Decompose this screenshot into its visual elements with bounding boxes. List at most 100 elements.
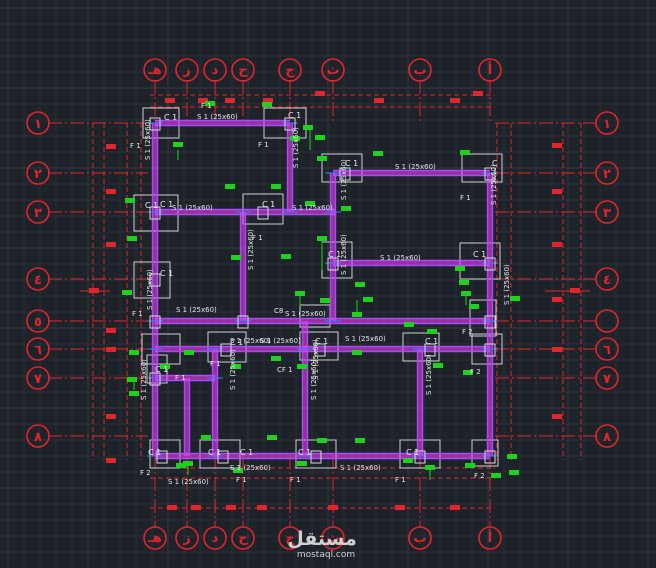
dimension-tick: [106, 414, 116, 419]
beam-label: S 1 (25x60): [380, 254, 421, 262]
axis-bubble-label: ٤: [603, 273, 611, 288]
rebar-marker: [317, 438, 327, 443]
footing-label: F 1: [258, 141, 269, 149]
footing-label: F 2: [474, 472, 485, 480]
axis-bubble-label: ٧: [603, 372, 611, 387]
beam-label: S 1 (25x60): [310, 359, 318, 400]
beam-label: S 1 (25x60): [395, 163, 436, 171]
dimension-tick: [473, 91, 483, 96]
footing-label: F 1: [236, 476, 247, 484]
dimension-tick: [89, 288, 99, 293]
footing-label: F 1: [210, 360, 221, 368]
dimension-tick: [106, 328, 116, 333]
column-label: C 1: [425, 337, 438, 346]
column-label: C 1: [208, 448, 221, 457]
rebar-marker: [173, 142, 183, 147]
rebar-marker: [317, 156, 327, 161]
axis-bubble-label: ٢: [603, 167, 611, 182]
dimension-tick: [450, 98, 460, 103]
column-label: C 1: [473, 250, 486, 259]
column-label: C 1: [145, 201, 158, 210]
column-label: C 1: [148, 448, 161, 457]
beam-label: S 1 (25x60): [230, 464, 271, 472]
structural-plan-drawing: S 1 (25x60) S 1 (25x60) S 1 (25x60) S 1 (25…: [0, 0, 656, 568]
axis-bubble-label: أ: [488, 529, 492, 546]
rebar-marker: [225, 184, 235, 189]
dimension-tick: [191, 505, 201, 510]
rebar-marker: [355, 282, 365, 287]
rebar-marker: [509, 470, 519, 475]
axis-bubble-label: ز: [182, 63, 190, 78]
footing-label: CF 1: [277, 366, 293, 374]
rebar-marker: [129, 350, 139, 355]
column-label: C 1: [155, 365, 168, 374]
axis-bubble-label: ز: [182, 531, 190, 546]
axis-bubble-label: ث: [326, 63, 339, 78]
beam-label: S 1 (25x60): [292, 204, 333, 212]
rebar-marker: [363, 297, 373, 302]
footing-label: F 1: [130, 142, 141, 150]
axis-bubble-label: ٧: [34, 372, 42, 387]
rebar-marker: [373, 151, 383, 156]
beam-label: S 1 (25x60): [292, 127, 300, 168]
rebar-marker: [271, 184, 281, 189]
axis-bubble-label: ح: [238, 531, 248, 546]
dimension-tick: [167, 505, 177, 510]
background-grid: [0, 0, 656, 568]
column-label: C 1: [315, 337, 328, 346]
watermark: مستقل mostaql.com: [287, 528, 357, 560]
column-label: C 1: [345, 159, 358, 168]
rebar-marker: [267, 435, 277, 440]
dimension-tick: [257, 505, 267, 510]
beam-vertical: [417, 349, 423, 456]
beam-label: S 1 (25x60): [140, 359, 148, 400]
beam-label: S 1 (25x60): [144, 119, 152, 160]
rebar-marker: [281, 254, 291, 259]
rebar-marker: [320, 298, 330, 303]
beam-horizontal: [333, 170, 490, 176]
rebar-marker: [127, 377, 137, 382]
dimension-tick: [450, 505, 460, 510]
dimension-tick: [106, 189, 116, 194]
column-label: C 1: [288, 111, 301, 120]
dimension-tick: [165, 98, 175, 103]
axis-bubble-label: ٣: [34, 206, 42, 221]
rebar-marker: [352, 350, 362, 355]
dimension-tick: [552, 242, 562, 247]
beam-label: S 1 (25x60): [168, 478, 209, 486]
axis-bubble-label: د: [212, 531, 219, 546]
rebar-marker: [455, 266, 465, 271]
rebar-markers: [122, 101, 520, 480]
column-label: C 1: [240, 448, 253, 457]
dimension-tick: [315, 91, 325, 96]
beam-label: S 1 (25x60): [176, 306, 217, 314]
beam-label: S 1 (25x60): [425, 354, 433, 395]
axis-bubble-label: ٤: [34, 273, 42, 288]
column-label: C 1: [406, 448, 419, 457]
beam-vertical: [240, 212, 246, 321]
column-label: C 1: [160, 200, 173, 209]
dimension-tick: [552, 143, 562, 148]
rebar-marker: [201, 435, 211, 440]
rebar-marker: [297, 461, 307, 466]
axis-bubble-label: هـ: [147, 63, 161, 78]
dimension-tick: [374, 98, 384, 103]
rebar-marker: [184, 350, 194, 355]
rebar-marker: [129, 391, 139, 396]
beam-label: S 1 (25x60): [172, 204, 213, 212]
axis-bubble: [595, 309, 619, 333]
axis-bubbles: هـهـززددححججثثببأأ١ ١٢ ٢٣ ٣٤ ٤٥٦ ٦٧ ٧٨ ٨: [26, 58, 619, 550]
dimension-tick: [225, 98, 235, 103]
beam-label: S 1 (25x60): [146, 269, 154, 310]
axis-bubble-label: ح: [238, 63, 248, 78]
axis-bubble-label: ب: [413, 531, 426, 546]
axis-bubble-label: ١: [603, 117, 611, 132]
rebar-marker: [510, 296, 520, 301]
rebar-marker: [507, 454, 517, 459]
rebar-marker: [315, 135, 325, 140]
dimension-tick: [552, 297, 562, 302]
beam-label: S 1 (25x60): [345, 335, 386, 343]
column-label: C 1: [262, 200, 275, 209]
beam-label: S 1 (25x60): [285, 310, 326, 318]
rebar-marker: [469, 304, 479, 309]
